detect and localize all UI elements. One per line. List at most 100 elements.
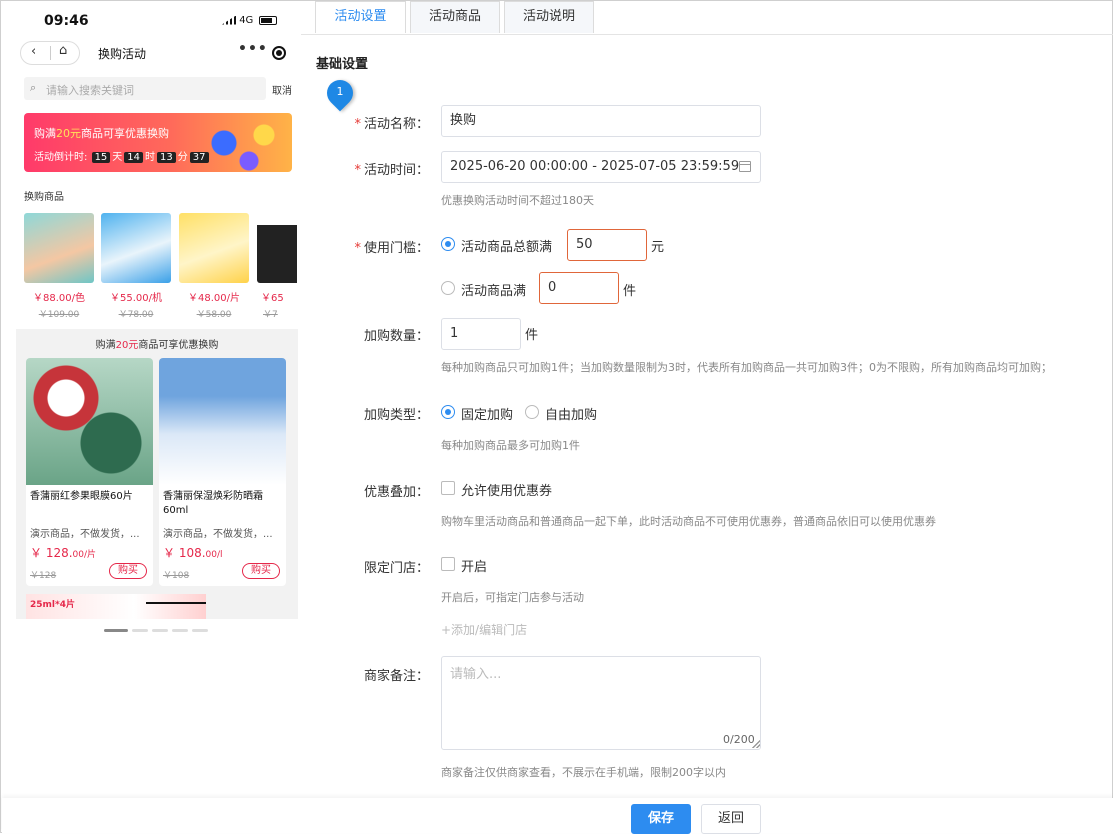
required-mark: *	[354, 241, 361, 256]
store-limit-label[interactable]: 开启	[461, 556, 487, 575]
exchange-product[interactable]: ￥55.00/机 ￥78.00	[101, 213, 171, 320]
phone-search-input[interactable]: ⌕ 请输入搜索关键词	[24, 77, 266, 100]
threshold-count-input[interactable]: 0	[539, 272, 619, 304]
threshold-count-radio[interactable]	[441, 281, 455, 295]
phone-nav-bar: ‹ ⌂ 换购活动 •••	[16, 39, 298, 67]
remark-textarea[interactable]: 请输入...	[441, 656, 761, 750]
threshold-amount-input[interactable]: 50	[567, 229, 647, 261]
exchange-product[interactable]: ￥88.00/色 ￥109.00	[24, 213, 94, 320]
countdown: 活动倒计时: 15 天 14 时 13 分 37	[34, 148, 210, 163]
promo-section-title: 购满20元商品可享优惠换购	[16, 336, 298, 351]
home-icon[interactable]: ⌂	[59, 43, 67, 58]
phone-status-bar: 09:46 4G	[16, 1, 298, 41]
more-icon[interactable]: •••	[238, 41, 268, 57]
battery-icon	[259, 16, 277, 25]
type-free-radio[interactable]	[525, 405, 539, 419]
promo-products-section: 购满20元商品可享优惠换购 香蒲丽红参果眼膜60片 演示商品，不做发货，... …	[16, 329, 298, 619]
store-hint: 开启后，可指定门店参与活动	[441, 591, 584, 604]
product-image	[257, 213, 297, 283]
countdown-hours: 14	[124, 152, 144, 163]
save-button[interactable]: 保存	[631, 804, 691, 834]
product-image	[26, 358, 153, 485]
label-text: 活动时间：	[363, 163, 429, 178]
back-icon[interactable]: ‹	[31, 44, 36, 59]
pager-dot[interactable]	[192, 629, 208, 632]
close-circle-icon[interactable]	[272, 46, 286, 60]
tab-activity-settings[interactable]: 活动设置	[315, 1, 406, 33]
search-cancel-button[interactable]: 取消	[272, 82, 292, 97]
threshold-count-label[interactable]: 活动商品满	[461, 280, 526, 299]
required-mark: *	[354, 117, 361, 132]
preview-pager	[104, 629, 214, 633]
peek-text: 25ml*4片	[30, 600, 75, 610]
threshold-amount-radio[interactable]	[441, 237, 455, 251]
status-time: 09:46	[44, 13, 89, 29]
app-frame: 09:46 4G ‹ ⌂ 换购活动 ••• ⌕ 请输入搜索关键词 取消 购满20…	[0, 0, 1113, 834]
activity-name-label: * 活动名称：	[319, 113, 429, 132]
activity-time-label: * 活动时间：	[319, 159, 429, 178]
threshold-amount-label[interactable]: 活动商品总额满	[461, 236, 552, 255]
product-original-price: ￥7	[263, 310, 278, 318]
activity-time-range-picker[interactable]: 2025-06-20 00:00:00 - 2025-07-05 23:59:5…	[441, 151, 761, 183]
home-indicator	[146, 602, 206, 604]
exchange-product[interactable]: ￥48.00/片 ￥58.00	[179, 213, 249, 320]
product-price: ￥48.00/片	[188, 293, 240, 304]
product-image	[159, 358, 286, 485]
back-button[interactable]: 返回	[701, 804, 761, 834]
tab-activity-products[interactable]: 活动商品	[410, 1, 500, 33]
remark-char-counter: 0/200	[723, 733, 755, 746]
exchange-section-title: 换购商品	[24, 192, 64, 203]
exchange-product[interactable]: ￥65 ￥7	[257, 213, 297, 318]
pager-dot[interactable]	[132, 629, 148, 632]
store-limit-checkbox[interactable]	[441, 557, 455, 571]
countdown-hour-unit: 时	[145, 152, 156, 163]
stack-hint: 购物车里活动商品和普通商品一起下单，此时活动商品不可使用优惠券，普通商品依旧可以…	[441, 515, 936, 528]
price-main: ￥ 128.	[30, 546, 73, 560]
type-fixed-radio[interactable]	[441, 405, 455, 419]
quantity-input[interactable]: 1	[441, 318, 521, 350]
pager-dot[interactable]	[152, 629, 168, 632]
search-icon: ⌕	[30, 81, 37, 94]
network-type: 4G	[239, 15, 254, 26]
promo-pre: 购满	[95, 340, 116, 351]
banner-headline: 购满20元商品可享优惠换购	[34, 125, 169, 141]
countdown-minutes: 13	[157, 152, 176, 163]
product-original-price: ￥128	[30, 571, 57, 581]
product-price: ￥55.00/机	[110, 293, 162, 304]
product-card[interactable]: 香蒲丽红参果眼膜60片 演示商品，不做发货，... ￥ 128.00/片 ￥12…	[26, 358, 153, 586]
countdown-days: 15	[91, 152, 111, 163]
type-free-label[interactable]: 自由加购	[545, 404, 597, 423]
time-range-value: 2025-06-20 00:00:00 - 2025-07-05 23:59:5…	[450, 159, 740, 174]
product-price: ￥88.00/色	[33, 293, 85, 304]
promo-amount: 20元	[115, 340, 139, 351]
product-original-price: ￥78.00	[118, 310, 154, 320]
activity-name-input[interactable]: 换购	[441, 105, 761, 137]
countdown-minute-unit: 分	[177, 152, 188, 163]
allow-coupon-checkbox[interactable]	[441, 481, 455, 495]
calendar-icon	[739, 161, 751, 172]
product-price: ￥ 108.00/l	[163, 544, 223, 561]
pager-dot[interactable]	[172, 629, 188, 632]
product-image	[179, 213, 249, 283]
activity-time-hint: 优惠换购活动时间不超过180天	[441, 194, 594, 207]
buy-button[interactable]: 购买	[242, 563, 280, 579]
buy-button[interactable]: 购买	[109, 563, 147, 579]
product-image	[24, 213, 94, 283]
required-mark: *	[354, 163, 361, 178]
remark-label: 商家备注：	[363, 669, 429, 684]
product-card[interactable]: 香蒲丽保湿焕彩防晒霜60ml 演示商品，不做发货，... ￥ 108.00/l …	[159, 358, 286, 586]
signal-indicator: 4G	[222, 15, 253, 26]
product-desc: 演示商品，不做发货，...	[163, 529, 273, 540]
type-fixed-label[interactable]: 固定加购	[461, 404, 513, 423]
next-product-peek: 25ml*4片	[26, 594, 206, 619]
resize-handle-icon[interactable]	[752, 740, 760, 748]
type-hint: 每种加购商品最多可加购1件	[441, 439, 580, 452]
exchange-product-row: ￥88.00/色 ￥109.00 ￥55.00/机 ￥78.00 ￥48.00/…	[24, 213, 298, 320]
quantity-unit: 件	[525, 328, 539, 343]
allow-coupon-label[interactable]: 允许使用优惠券	[461, 480, 552, 499]
tab-activity-description[interactable]: 活动说明	[504, 1, 594, 33]
section-title: 基础设置	[316, 57, 369, 72]
price-main: ￥ 108.	[163, 546, 206, 560]
add-edit-store-link[interactable]: +添加/编辑门店	[441, 621, 527, 638]
pager-dot-active[interactable]	[104, 629, 128, 632]
